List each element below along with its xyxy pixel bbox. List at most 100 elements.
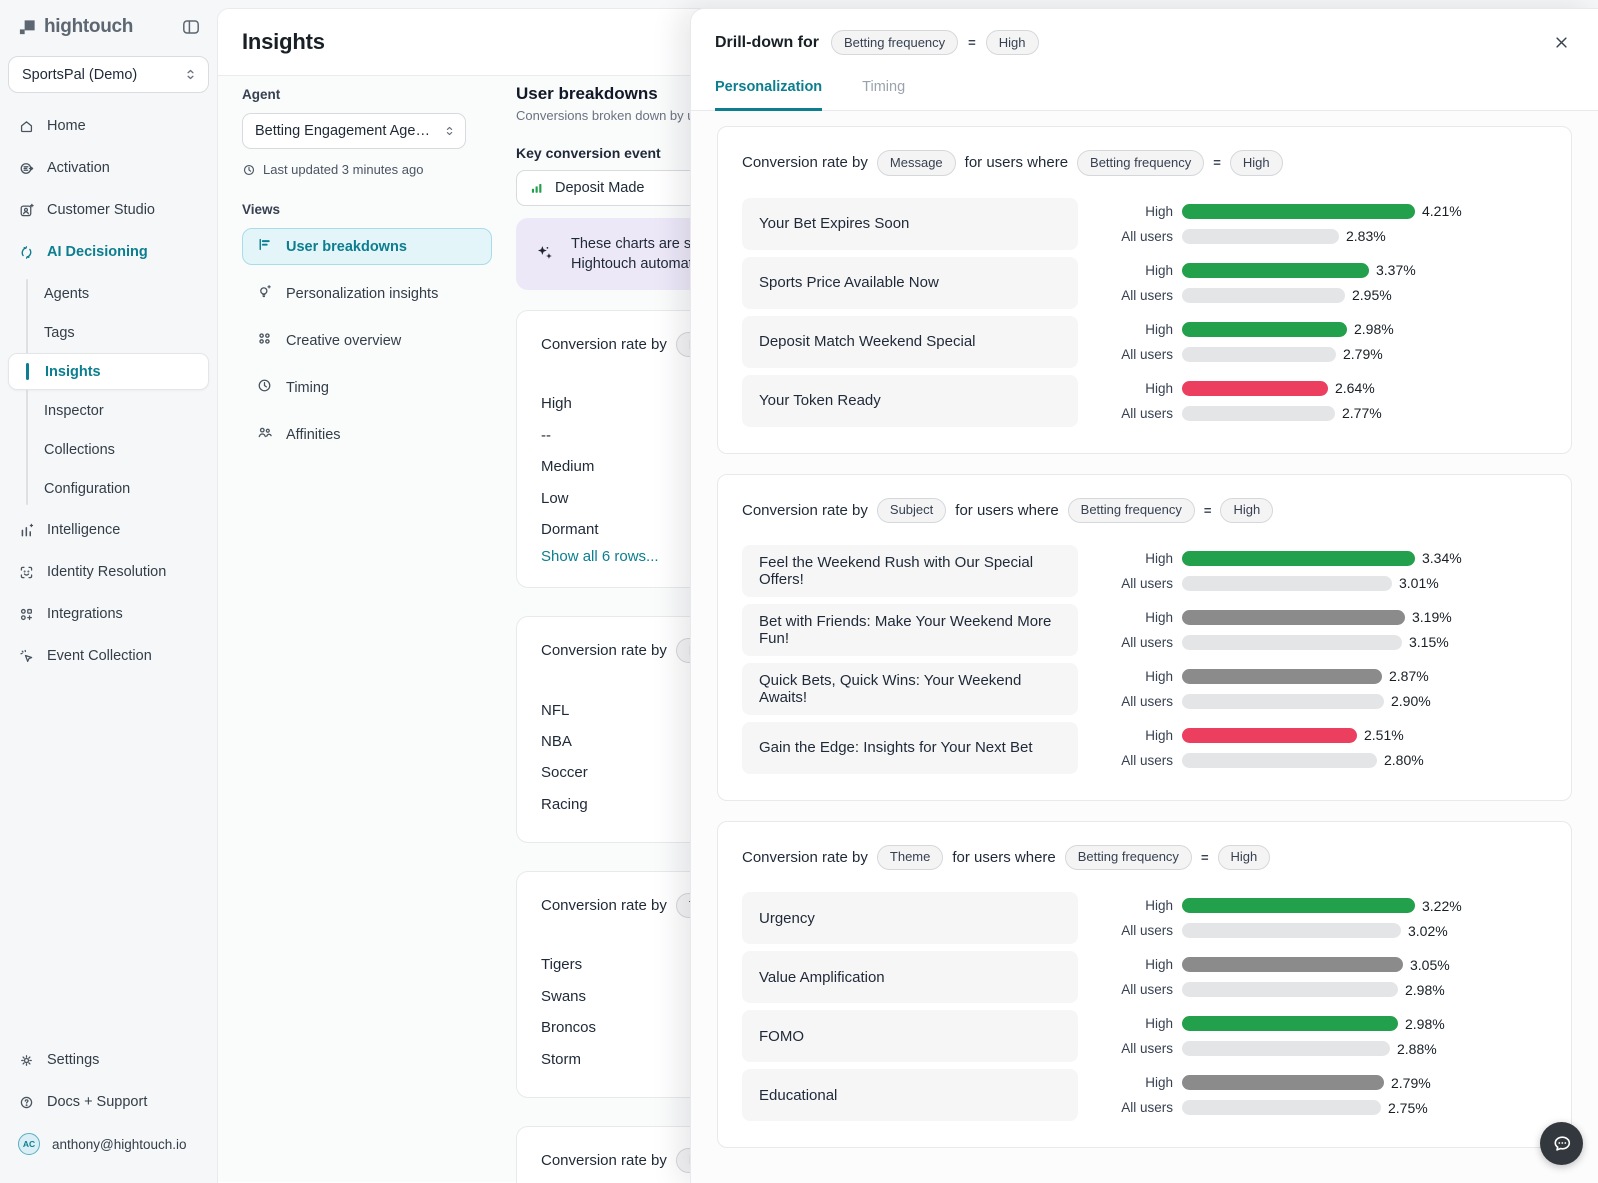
view-item-user-breakdowns[interactable]: User breakdowns	[242, 228, 492, 265]
sidebar-item-account[interactable]: AC anthony@hightouch.io	[8, 1125, 209, 1163]
bar-all-users	[1182, 1041, 1390, 1056]
sidebar-item-event-collection[interactable]: Event Collection	[8, 637, 209, 675]
banner-line-2: Hightouch automati	[571, 254, 699, 274]
chart-row: Gain the Edge: Insights for Your Next Be…	[742, 722, 1547, 774]
workspace-name: SportsPal (Demo)	[22, 67, 137, 83]
people-icon	[256, 424, 273, 445]
filter-value-pill: High	[1218, 845, 1271, 870]
view-item-affinities[interactable]: Affinities	[242, 416, 492, 453]
agent-select[interactable]: Betting Engagement Agent (...	[242, 113, 466, 149]
sidebar-item-configuration[interactable]: Configuration	[8, 470, 209, 507]
bar-high	[1182, 263, 1369, 278]
activation-icon	[18, 160, 35, 177]
bar-all-users	[1182, 982, 1398, 997]
drilldown-title: Drill-down for	[715, 34, 819, 52]
identity-resolution-icon	[18, 564, 35, 581]
chart-row: Quick Bets, Quick Wins: Your Weekend Awa…	[742, 663, 1547, 715]
sidebar-item-insights[interactable]: Insights	[8, 353, 209, 390]
filter-value-pill: High	[1230, 150, 1283, 175]
filter-value-pill: High	[986, 30, 1039, 55]
home-icon	[18, 118, 35, 135]
user-email: anthony@hightouch.io	[52, 1137, 187, 1152]
avatar: AC	[18, 1133, 40, 1155]
equals-sign: =	[1204, 503, 1212, 518]
tab-timing[interactable]: Timing	[862, 79, 905, 111]
bar-high	[1182, 1075, 1384, 1090]
filter-field-pill: Betting frequency	[1068, 498, 1195, 523]
chart-row: Feel the Weekend Rush with Our Special O…	[742, 545, 1547, 597]
views-label: Views	[242, 202, 492, 217]
sidebar-item-identity-resolution[interactable]: Identity Resolution	[8, 553, 209, 591]
filter-field-pill: Betting frequency	[1077, 150, 1204, 175]
conversion-card-subject: Conversion rate by Subject for users whe…	[717, 474, 1572, 801]
sidebar-item-home[interactable]: Home	[8, 107, 209, 145]
view-item-timing[interactable]: Timing	[242, 369, 492, 406]
sidebar: hightouch SportsPal (Demo) Home Activati…	[0, 0, 217, 1183]
bar-all-users	[1182, 576, 1392, 591]
app-root: hightouch SportsPal (Demo) Home Activati…	[0, 0, 1598, 1183]
sidebar-item-intelligence[interactable]: Intelligence	[8, 511, 209, 549]
equals-sign: =	[1213, 155, 1221, 170]
gear-icon	[18, 1052, 35, 1069]
bar-all-users	[1182, 406, 1335, 421]
dimension-pill: Subject	[877, 498, 946, 523]
drilldown-panel: Drill-down for Betting frequency = High …	[690, 8, 1598, 1183]
workspace-selector[interactable]: SportsPal (Demo)	[8, 56, 209, 93]
funnel-chart-icon	[256, 236, 273, 257]
bar-all-users	[1182, 288, 1345, 303]
lightbulb-icon	[256, 283, 273, 304]
chevron-up-down-icon	[443, 124, 456, 138]
bar-high	[1182, 610, 1405, 625]
page-title: Insights	[242, 29, 325, 55]
bar-high	[1182, 322, 1347, 337]
chat-widget-button[interactable]	[1540, 1122, 1583, 1165]
conversion-card-message: Conversion rate by Message for users whe…	[717, 126, 1572, 453]
drilldown-header: Drill-down for Betting frequency = High	[691, 9, 1598, 55]
chart-row: Sports Price Available Now High3.37% All…	[742, 257, 1547, 309]
bar-all-users	[1182, 694, 1384, 709]
view-item-creative-overview[interactable]: Creative overview	[242, 322, 492, 359]
sidebar-item-agents[interactable]: Agents	[8, 275, 209, 312]
help-circle-icon	[18, 1094, 35, 1111]
sidebar-nav: Home Activation Customer Studio AI Decis…	[8, 107, 209, 679]
views-list: User breakdowns Personalization insights…	[242, 228, 492, 453]
sidebar-item-inspector[interactable]: Inspector	[8, 392, 209, 429]
sidebar-footer: Settings Docs + Support AC anthony@hight…	[8, 1041, 209, 1167]
dots-grid-icon	[256, 330, 273, 351]
sidebar-item-docs-support[interactable]: Docs + Support	[8, 1083, 209, 1121]
bar-high	[1182, 898, 1415, 913]
bar-high	[1182, 381, 1328, 396]
view-item-personalization-insights[interactable]: Personalization insights	[242, 275, 492, 312]
integrations-icon	[18, 606, 35, 623]
tab-personalization[interactable]: Personalization	[715, 79, 822, 111]
bar-high	[1182, 551, 1415, 566]
chart-row: Urgency High3.22% All users3.02%	[742, 892, 1547, 944]
chart-row: Educational High2.79% All users2.75%	[742, 1069, 1547, 1121]
intelligence-icon	[18, 522, 35, 539]
agent-label: Agent	[242, 87, 280, 102]
drilldown-body: Conversion rate by Message for users whe…	[691, 111, 1598, 1183]
filter-field-pill: Betting frequency	[1065, 845, 1192, 870]
bar-all-users	[1182, 1100, 1381, 1115]
sidebar-item-activation[interactable]: Activation	[8, 149, 209, 187]
bar-all-users	[1182, 923, 1401, 938]
bar-high	[1182, 728, 1357, 743]
clock-icon	[256, 377, 273, 398]
sidebar-item-tags[interactable]: Tags	[8, 314, 209, 351]
sidebar-item-ai-decisioning[interactable]: AI Decisioning	[8, 233, 209, 271]
chart-row: Deposit Match Weekend Special High2.98% …	[742, 316, 1547, 368]
sidebar-item-collections[interactable]: Collections	[8, 431, 209, 468]
sidebar-item-integrations[interactable]: Integrations	[8, 595, 209, 633]
bar-all-users	[1182, 635, 1402, 650]
dimension-pill: Message	[877, 150, 956, 175]
chevron-up-down-icon	[183, 67, 198, 82]
close-icon[interactable]	[1549, 30, 1574, 55]
sidebar-item-customer-studio[interactable]: Customer Studio	[8, 191, 209, 229]
chart-row: Your Bet Expires Soon High4.21% All user…	[742, 198, 1547, 250]
conversion-card-theme: Conversion rate by Theme for users where…	[717, 821, 1572, 1148]
event-collection-icon	[18, 648, 35, 665]
sidebar-item-settings[interactable]: Settings	[8, 1041, 209, 1079]
insights-controls: Agent Betting Engagement Agent (... Last…	[242, 86, 492, 453]
sidebar-collapse-icon[interactable]	[179, 15, 203, 39]
equals-sign: =	[1201, 850, 1209, 865]
